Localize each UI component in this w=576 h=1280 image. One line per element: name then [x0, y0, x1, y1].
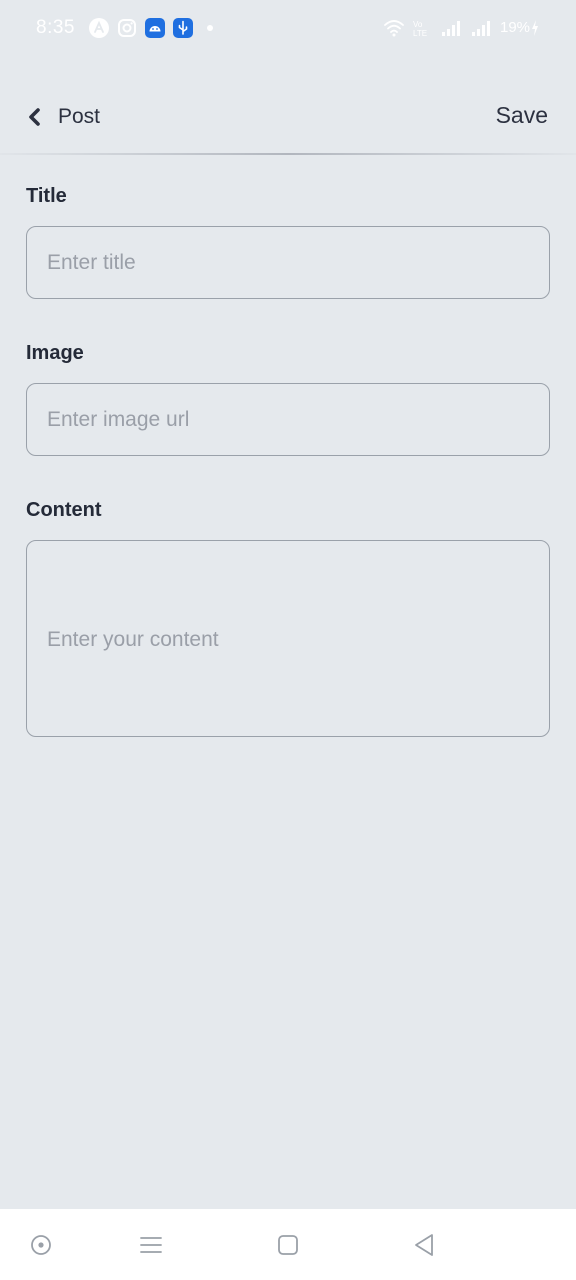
battery-percentage: 19% [500, 19, 531, 36]
android-icon [145, 18, 165, 38]
assistant-circle-icon [31, 1235, 51, 1255]
svg-text:Vo: Vo [413, 20, 423, 29]
chevron-left-icon [26, 107, 44, 127]
instagram-icon [117, 18, 137, 38]
notification-dot-icon [207, 25, 213, 31]
navigation-bar [0, 1209, 576, 1280]
wifi-icon [383, 18, 405, 43]
home-square-icon [278, 1235, 298, 1255]
title-input[interactable] [27, 227, 549, 298]
assistant-icon [89, 18, 109, 38]
screen: 8:35 Vo LTE 19% Post Save Title Enter ti… [0, 0, 576, 1280]
assistant-button[interactable] [27, 1231, 55, 1259]
usb-icon [173, 18, 193, 38]
charging-icon [530, 18, 540, 43]
svg-text:LTE: LTE [413, 29, 427, 38]
content-label: Content [26, 499, 102, 521]
title-label: Title [26, 185, 67, 207]
home-button[interactable] [274, 1231, 302, 1259]
image-url-input[interactable] [27, 384, 549, 455]
signal-icon [471, 18, 493, 43]
image-label: Image [26, 342, 84, 364]
back-button[interactable]: Post [26, 102, 100, 132]
title-field [26, 226, 550, 299]
status-time: 8:35 [36, 17, 75, 38]
content-textarea[interactable] [27, 541, 549, 736]
page-title: Post [58, 105, 101, 128]
signal-icon [441, 18, 463, 43]
status-bar: 8:35 Vo LTE 19% [0, 0, 576, 58]
header: Post Save [0, 84, 576, 150]
save-button[interactable]: Save [496, 102, 548, 129]
volte-icon: Vo LTE [412, 18, 434, 43]
image-field [26, 383, 550, 456]
recents-button[interactable] [137, 1231, 165, 1259]
back-triangle-icon [415, 1234, 433, 1256]
nav-back-button[interactable] [410, 1231, 438, 1259]
menu-lines-icon [140, 1237, 162, 1253]
header-divider [0, 153, 576, 155]
content-field [26, 540, 550, 737]
